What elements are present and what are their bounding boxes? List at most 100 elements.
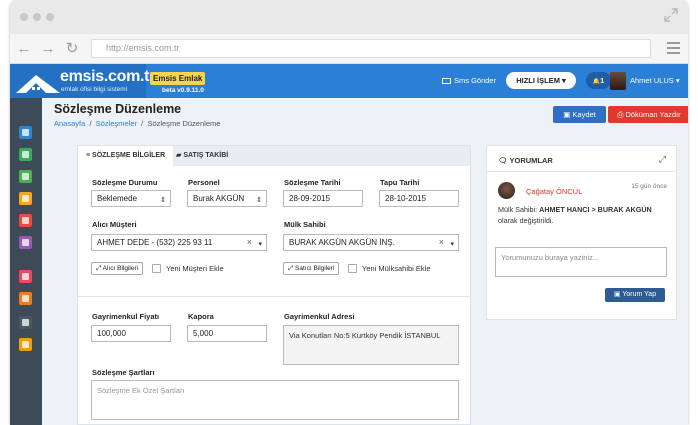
terms-label: Sözleşme Şartları bbox=[92, 368, 155, 377]
seller-info-button[interactable]: ⤢ Satıcı Bilgileri bbox=[283, 262, 340, 275]
new-owner-label: Yeni Mülksahibi Ekle bbox=[362, 264, 431, 273]
caret-down-icon: ▾ bbox=[562, 76, 566, 85]
price-label: Gayrimenkul Fiyatı bbox=[92, 312, 160, 321]
new-customer-label: Yeni Müşteri Ekle bbox=[166, 264, 224, 273]
owner-label: Mülk Sahibi bbox=[284, 220, 326, 229]
logo[interactable]: emsis.com.tr emlak ofisi bilgi sistemi bbox=[10, 64, 155, 98]
print-icon: ⎙ bbox=[617, 110, 624, 119]
comment-input[interactable]: Yorumunuzu buraya yaziniz... bbox=[495, 247, 667, 277]
comment-author-avatar bbox=[498, 182, 515, 199]
chart-icon[interactable] bbox=[19, 316, 32, 329]
deed-date-input[interactable]: 28-10-2015 bbox=[379, 190, 459, 207]
caret-down-icon: ▾ bbox=[450, 241, 454, 248]
tab-bar: ≡ SÖZLEŞME BİLGİLER ▰ SATIŞ TAKİBİ bbox=[78, 146, 470, 166]
contract-date-input[interactable]: 28-09-2015 bbox=[283, 190, 363, 207]
deposit-input[interactable]: 5,000 bbox=[187, 325, 267, 342]
terms-textarea[interactable]: Sözleşme Ek Özel Şartları bbox=[91, 380, 459, 420]
new-owner-checkbox[interactable] bbox=[348, 264, 357, 273]
select-arrow-icon: ⇕ bbox=[160, 197, 166, 204]
tab-sales-tracking[interactable]: ▰ SATIŞ TAKİBİ bbox=[168, 146, 236, 166]
comment-time: 15 gün önce bbox=[631, 183, 667, 190]
post-comment-button[interactable]: ▣ Yorum Yap bbox=[605, 288, 665, 302]
menu-icon[interactable] bbox=[667, 42, 680, 54]
window-dot[interactable] bbox=[20, 13, 28, 21]
buyer-select[interactable]: AHMET DEDE - (532) 225 93 11 × ▾ bbox=[91, 234, 267, 251]
breadcrumb-current: Sözleşme Düzenleme bbox=[147, 119, 221, 128]
save-icon: ▣ bbox=[563, 110, 571, 119]
select-arrow-icon: ⇕ bbox=[256, 197, 262, 204]
staff-label: Personel bbox=[188, 178, 220, 187]
user-avatar[interactable] bbox=[610, 72, 626, 90]
clear-icon[interactable]: × bbox=[439, 235, 444, 250]
thumbs-up-icon[interactable] bbox=[19, 214, 32, 227]
divider bbox=[78, 296, 470, 297]
notification-count: 1 bbox=[600, 76, 605, 85]
deposit-label: Kapora bbox=[188, 312, 214, 321]
dashboard-icon[interactable] bbox=[19, 126, 32, 139]
print-document-button[interactable]: ⎙ Döküman Yazdır bbox=[608, 106, 688, 123]
main-content: Sözleşme Düzenleme Anasayfa / Sözleşmele… bbox=[42, 98, 688, 425]
expand-icon: ⤢ bbox=[96, 265, 102, 272]
tab-contract-info[interactable]: ≡ SÖZLEŞME BİLGİLER bbox=[78, 146, 174, 166]
comment-text: Mülk Sahibi: AHMET HANCI > BURAK AKGÜN o… bbox=[498, 205, 652, 225]
breadcrumb: Anasayfa / Sözleşmeler / Sözleşme Düzenl… bbox=[54, 119, 221, 128]
breadcrumb-contracts[interactable]: Sözleşmeler bbox=[96, 119, 137, 128]
quick-action-label: HIZLI İŞLEM bbox=[516, 76, 560, 85]
user-name: Ahmet ULUS bbox=[630, 76, 674, 85]
app-header: emsis.com.tr emlak ofisi bilgi sistemi E… bbox=[10, 64, 688, 98]
buyer-info-button[interactable]: ⤢ Alıcı Bilgileri bbox=[91, 262, 144, 275]
caret-down-icon: ▾ bbox=[675, 76, 680, 85]
address-textarea[interactable]: Via Konutları No:5 Kurtköy Pendik İSTANB… bbox=[283, 325, 459, 365]
money-icon[interactable] bbox=[19, 292, 32, 305]
reload-icon[interactable]: ↻ bbox=[64, 41, 80, 57]
expand-icon: ⤢ bbox=[288, 265, 294, 272]
url-bar[interactable]: http://emsis.com.tr bbox=[91, 39, 651, 58]
version-label: beta v0.9.11.0 bbox=[162, 87, 204, 94]
owner-select[interactable]: BURAK AKGÜN AKGÜN İNŞ. × ▾ bbox=[283, 234, 459, 251]
window-dot[interactable] bbox=[46, 13, 54, 21]
status-label: Sözleşme Durumu bbox=[92, 178, 158, 187]
browser-window: ← → ↻ http://emsis.com.tr emsis.com.tr e… bbox=[10, 0, 688, 425]
list-icon: ≡ bbox=[86, 152, 91, 159]
status-select[interactable]: Beklemede ⇕ bbox=[91, 190, 171, 207]
notification-badge[interactable]: 🔔1 bbox=[586, 72, 611, 89]
user-icon[interactable] bbox=[19, 236, 32, 249]
house-logo-icon bbox=[16, 75, 60, 93]
comments-title: 🗨 YORUMLAR bbox=[498, 156, 553, 165]
contract-date-label: Sözleşme Tarihi bbox=[284, 178, 341, 187]
document-icon[interactable] bbox=[19, 270, 32, 283]
expand-icon[interactable] bbox=[664, 8, 678, 22]
grid-icon[interactable] bbox=[19, 148, 32, 161]
quick-action-button[interactable]: HIZLI İŞLEM ▾ bbox=[506, 72, 576, 89]
divider bbox=[487, 171, 676, 172]
breadcrumb-home[interactable]: Anasayfa bbox=[54, 119, 85, 128]
briefcase-icon: ▰ bbox=[176, 152, 182, 159]
sms-label: Sms Gönder bbox=[454, 76, 497, 85]
contract-form-card: ≡ SÖZLEŞME BİLGİLER ▰ SATIŞ TAKİBİ Sözle… bbox=[77, 145, 471, 425]
browser-navbar: ← → ↻ http://emsis.com.tr bbox=[10, 34, 688, 64]
edit-icon[interactable] bbox=[19, 170, 32, 183]
comments-card: 🗨 YORUMLAR ⤢ Çağatay ÖNCÜL 15 gün önce M… bbox=[486, 145, 677, 320]
window-dot[interactable] bbox=[33, 13, 41, 21]
caret-down-icon: ▾ bbox=[258, 241, 262, 248]
new-customer-checkbox[interactable] bbox=[152, 264, 161, 273]
save-icon: ▣ bbox=[613, 291, 621, 298]
forward-arrow-icon[interactable]: → bbox=[40, 41, 56, 57]
folder-icon[interactable] bbox=[19, 192, 32, 205]
user-menu[interactable]: Ahmet ULUS ▾ bbox=[630, 76, 680, 85]
list-icon[interactable] bbox=[19, 338, 32, 351]
expand-icon[interactable]: ⤢ bbox=[659, 154, 666, 165]
staff-select[interactable]: Burak AKGÜN ⇕ bbox=[187, 190, 267, 207]
clear-icon[interactable]: × bbox=[247, 235, 252, 250]
sms-button[interactable]: Sms Gönder bbox=[442, 76, 496, 85]
save-button[interactable]: ▣ Kaydet bbox=[553, 106, 606, 123]
comment-icon: 🗨 bbox=[498, 156, 508, 165]
logo-subtitle: emlak ofisi bilgi sistemi bbox=[61, 86, 128, 93]
comment-author[interactable]: Çağatay ÖNCÜL bbox=[526, 187, 582, 196]
back-arrow-icon[interactable]: ← bbox=[16, 41, 32, 57]
logo-text: emsis.com.tr bbox=[60, 68, 156, 85]
sidebar bbox=[10, 98, 42, 425]
title-bar bbox=[10, 0, 688, 34]
buyer-label: Alıcı Müşteri bbox=[92, 220, 137, 229]
price-input[interactable]: 100,000 bbox=[91, 325, 171, 342]
